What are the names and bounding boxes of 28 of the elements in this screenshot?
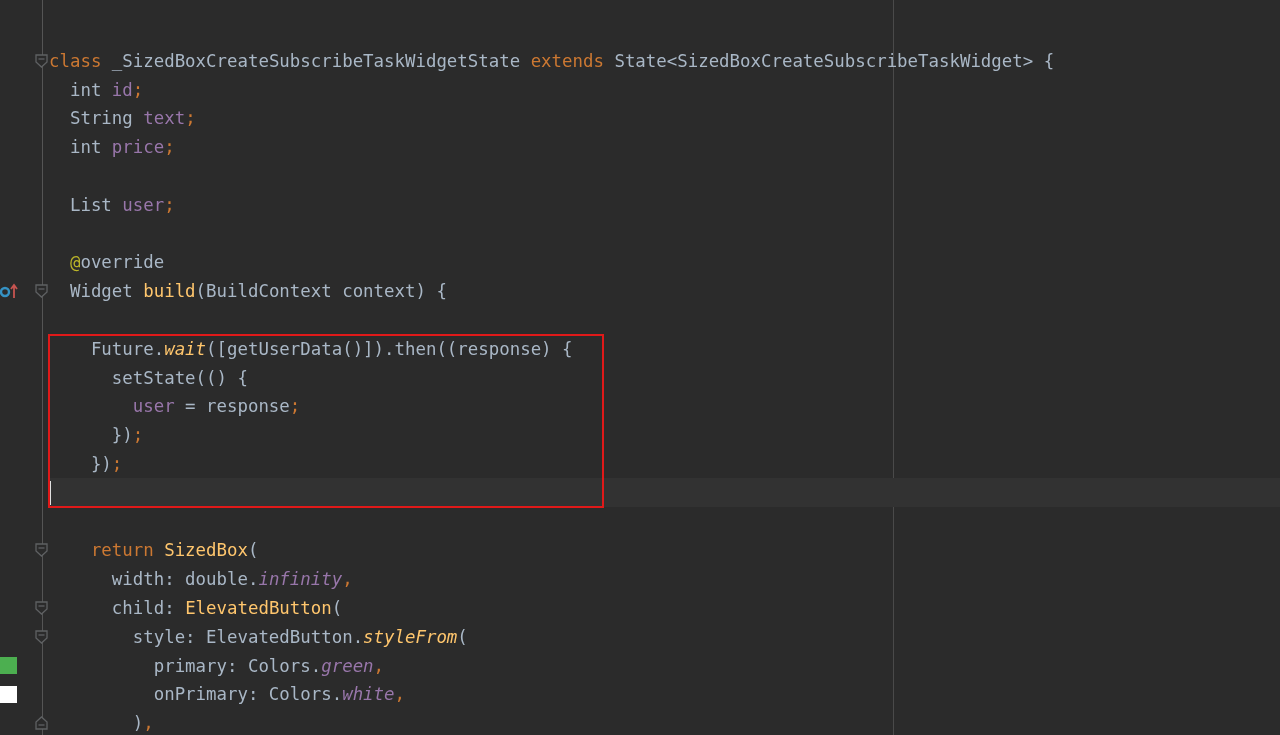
override-icon[interactable] (0, 283, 18, 300)
code-line: onPrimary: Colors.white, (152, 684, 405, 705)
fold-icon[interactable] (35, 600, 48, 615)
code-line: int id; (68, 79, 144, 100)
fold-icon[interactable] (35, 716, 48, 731)
fold-icon[interactable] (35, 543, 48, 558)
code-line: Widget build(BuildContext context) { (68, 281, 447, 302)
code-line: String text; (68, 108, 196, 129)
code-line: }); (110, 425, 144, 446)
fold-icon[interactable] (35, 629, 48, 644)
fold-icon[interactable] (35, 53, 48, 68)
code-line: @override (68, 252, 165, 273)
code-line: int price; (68, 137, 175, 158)
code-line: return SizedBox( (89, 540, 259, 561)
code-line: List user; (68, 194, 175, 215)
code-line: ), (131, 713, 154, 734)
code-line: setState(() { (110, 367, 248, 388)
color-swatch[interactable] (0, 657, 17, 674)
fold-icon[interactable] (35, 284, 48, 299)
code-line: style: ElevatedButton.styleFrom( (131, 626, 468, 647)
color-swatch[interactable] (0, 685, 17, 703)
code-line: class _SizedBoxCreateSubscribeTaskWidgetState extends State<SizedBoxCreateSubscribeTaskWidget> { (49, 50, 1055, 71)
code-line: primary: Colors.green, (152, 655, 385, 676)
code-line: width: double.infinity, (110, 569, 353, 590)
code-line: }); (89, 453, 123, 474)
code-line: Future.wait([getUserData()]).then((response) { (89, 338, 573, 359)
code-line: user = response; (131, 396, 301, 417)
code-line: child: ElevatedButton( (110, 597, 343, 618)
